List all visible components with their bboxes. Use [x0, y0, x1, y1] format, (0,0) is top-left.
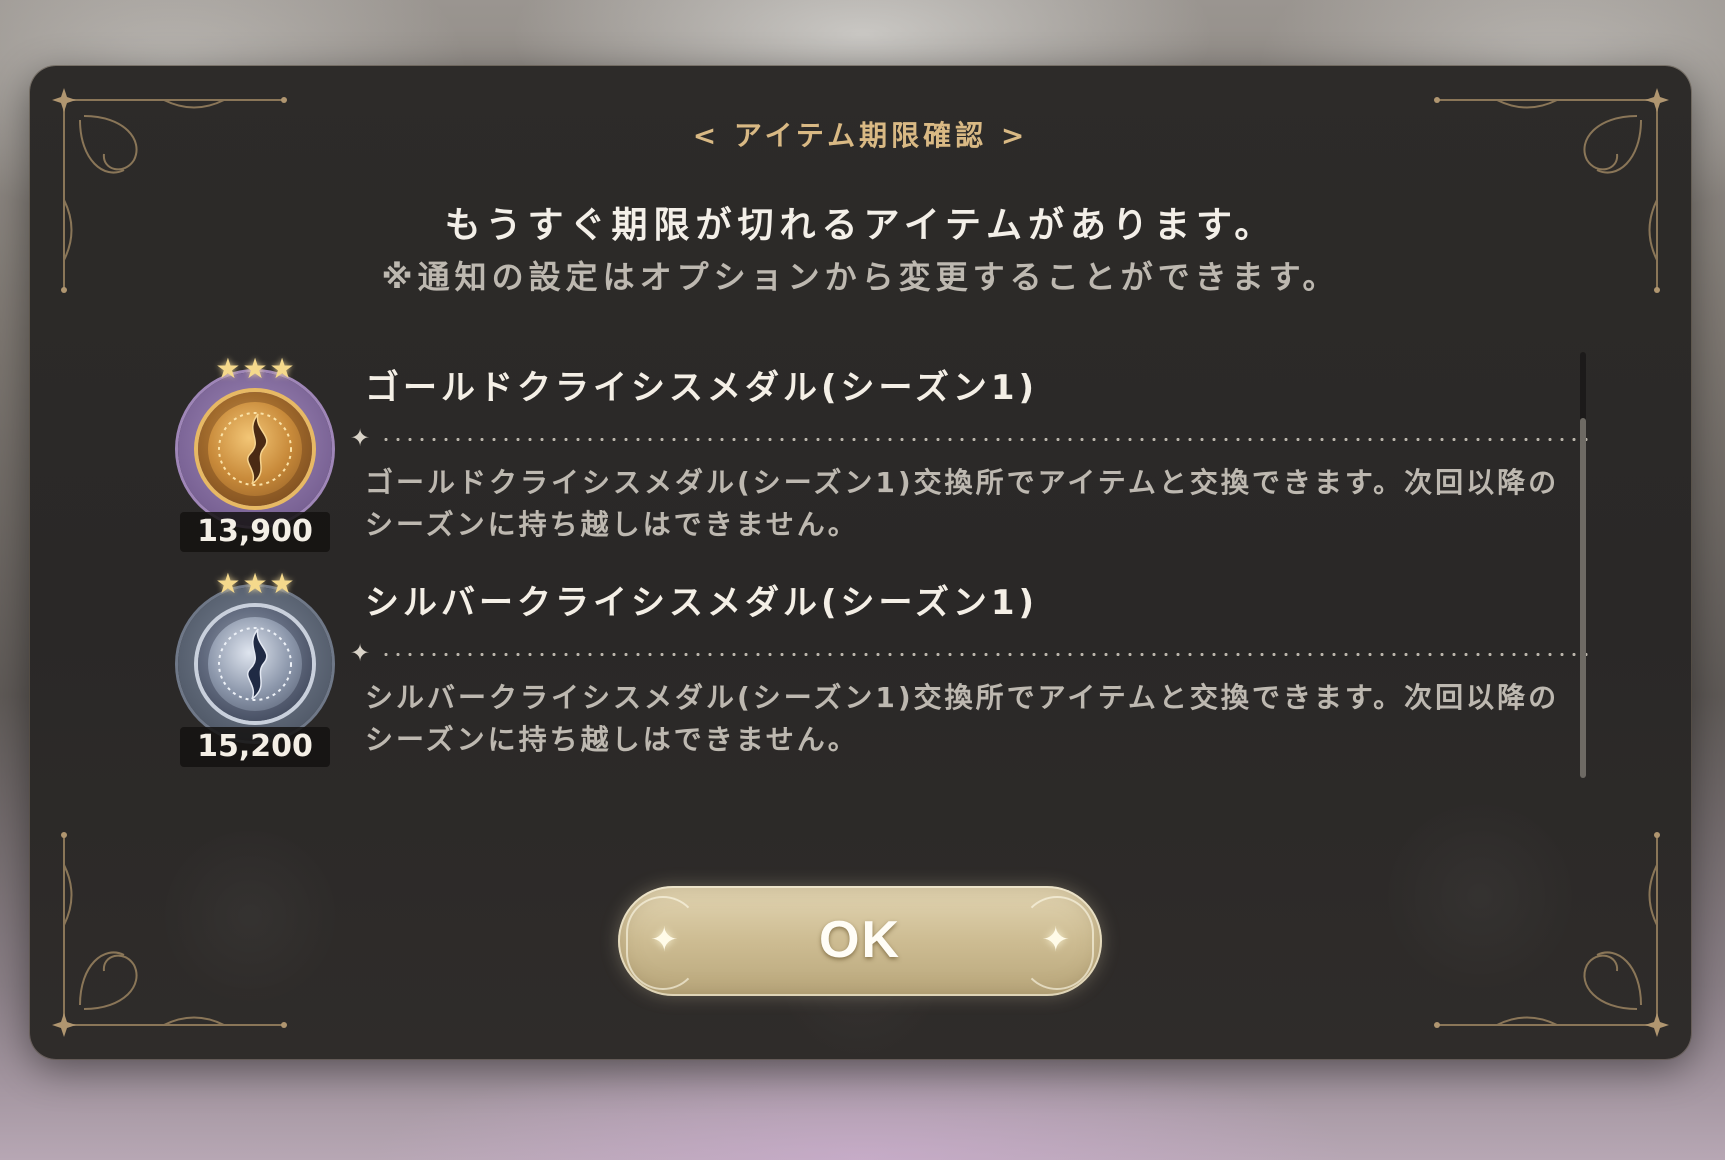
rarity-stars: ★★★	[170, 352, 340, 385]
dotted-divider: ✦	[350, 639, 1590, 667]
sparkle-icon: ✦	[350, 639, 371, 667]
item-description: ゴールドクライシスメダル(シーズン1)交換所でアイテムと交換できます。次回以降の…	[365, 466, 1560, 541]
silver-crisis-medal-icon	[198, 607, 312, 721]
ok-button[interactable]: ✦ ✦ OK	[618, 886, 1102, 996]
item-count: 15,200	[180, 727, 330, 767]
item-name: ゴールドクライシスメダル(シーズン1)	[365, 368, 1039, 408]
dialog-note: ※通知の設定はオプションから変更することができます。	[381, 258, 1340, 296]
scrollbar-thumb[interactable]	[1580, 418, 1586, 778]
item-count: 13,900	[180, 512, 330, 552]
star-icon: ★	[269, 352, 295, 385]
item-icon: ★★★ 15,200	[170, 567, 340, 767]
item-icon: ★★★ 13,900	[170, 352, 340, 552]
dialog-headline: もうすぐ期限が切れるアイテムがあります。	[444, 205, 1277, 246]
gold-crisis-medal-icon	[198, 392, 312, 506]
sparkle-icon: ✦	[350, 424, 371, 452]
star-icon: ★	[215, 567, 241, 600]
rarity-stars: ★★★	[170, 567, 340, 600]
ok-button-label: OK	[819, 911, 901, 969]
item-name: シルバークライシスメダル(シーズン1)	[365, 583, 1039, 623]
star-icon: ★	[269, 567, 295, 600]
list-item: ★★★ 13,900 ゴールドクライシスメダル(シーズン1) ✦ ゴールドクライ…	[140, 352, 1600, 552]
star-icon: ★	[215, 352, 241, 385]
star-icon: ★	[242, 352, 268, 385]
dialog-title: < アイテム期限確認 >	[692, 119, 1029, 152]
item-expiry-dialog: < アイテム期限確認 > もうすぐ期限が切れるアイテムがあります。 ※通知の設定…	[30, 66, 1691, 1059]
dotted-divider: ✦	[350, 424, 1590, 452]
list-item: ★★★ 15,200 シルバークライシスメダル(シーズン1) ✦ シルバークライ…	[140, 567, 1600, 767]
star-icon: ★	[242, 567, 268, 600]
expiring-item-list[interactable]: ★★★ 13,900 ゴールドクライシスメダル(シーズン1) ✦ ゴールドクライ…	[140, 352, 1610, 842]
item-description: シルバークライシスメダル(シーズン1)交換所でアイテムと交換できます。次回以降の…	[365, 681, 1560, 756]
